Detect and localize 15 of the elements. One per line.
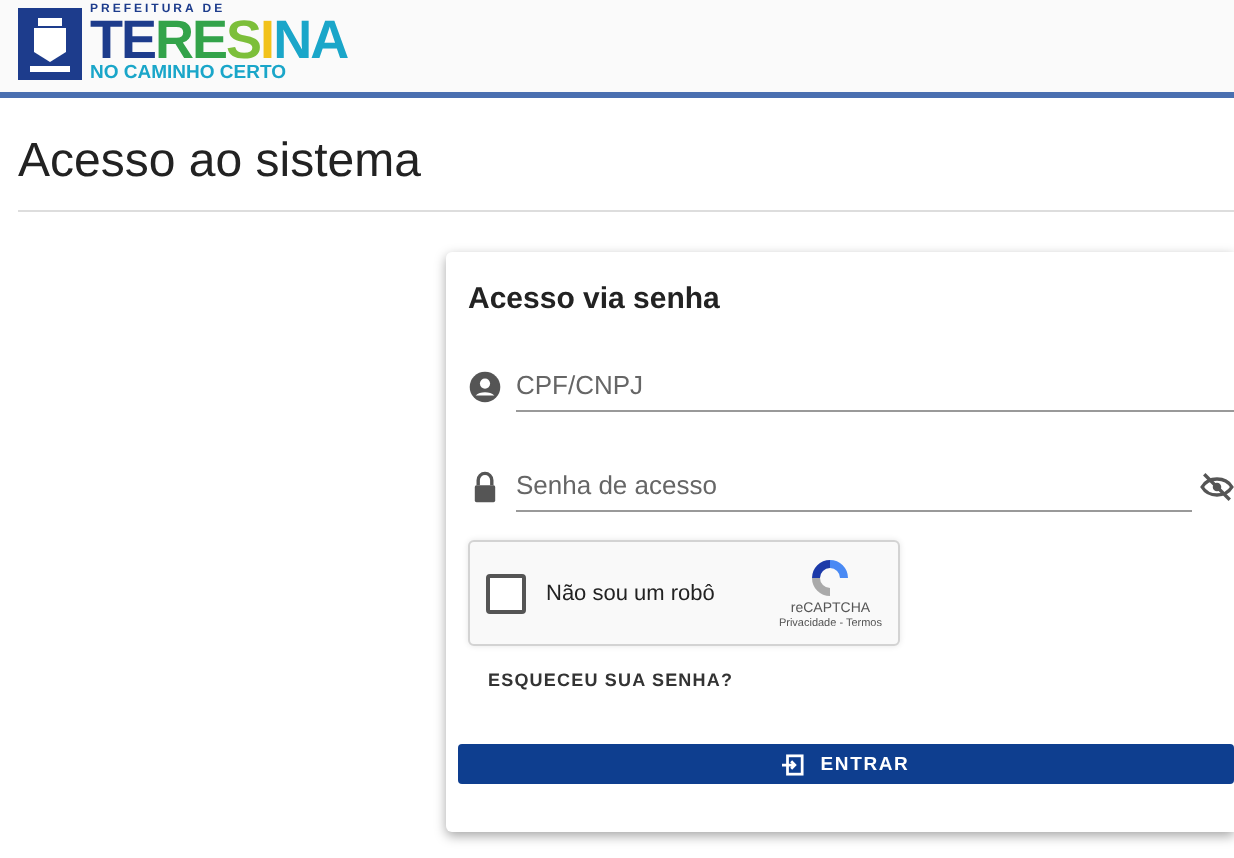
card-title: Acesso via senha <box>466 280 722 316</box>
hidden-eye-icon[interactable] <box>1200 469 1234 503</box>
page-title: Acesso ao sistema <box>18 134 423 190</box>
submit-button[interactable]: ENTRAR <box>458 744 1234 784</box>
user-icon <box>468 369 502 403</box>
captcha-checkbox[interactable] <box>486 573 526 613</box>
login-icon <box>782 753 805 775</box>
captcha-label: Não sou um robô <box>546 581 717 605</box>
input-field[interactable]: CPF/CNPJ <box>516 360 1234 412</box>
logo-name: TERESINA <box>90 16 348 64</box>
password-field[interactable]: Senha de acesso <box>516 460 1192 512</box>
captcha-logo-icon <box>808 556 853 600</box>
forgot-password-link[interactable]: ESQUECEU SUA SENHA? <box>488 670 734 690</box>
crest-icon <box>18 7 82 80</box>
logo-tagline: NO CAMINHO CERTO <box>90 64 288 83</box>
